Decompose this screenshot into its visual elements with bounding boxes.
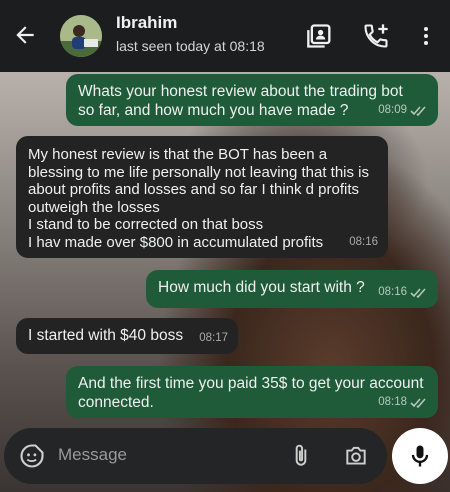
read-ticks-icon bbox=[410, 287, 426, 298]
camera-icon[interactable] bbox=[342, 443, 370, 469]
add-call-icon[interactable] bbox=[362, 22, 390, 50]
message-time: 08:16 bbox=[349, 236, 378, 248]
message-text: Whats your honest review about the tradi… bbox=[78, 83, 403, 119]
message-meta: 08:17 bbox=[199, 329, 228, 348]
sticker-emoji-icon[interactable] bbox=[18, 442, 46, 470]
attach-icon[interactable] bbox=[288, 442, 314, 470]
message-text: My honest review is that the BOT has bee… bbox=[28, 146, 370, 251]
message-meta: 08:09 bbox=[378, 101, 428, 120]
message-incoming[interactable]: I started with $40 boss 08:17 bbox=[16, 318, 238, 354]
message-meta: 08:16 bbox=[349, 233, 378, 252]
contact-name[interactable]: Ibrahim bbox=[116, 13, 177, 33]
last-seen-status: last seen today at 08:18 bbox=[116, 38, 265, 54]
message-meta: 08:16 bbox=[378, 283, 428, 302]
message-outgoing[interactable]: Whats your honest review about the tradi… bbox=[66, 74, 438, 126]
message-incoming[interactable]: My honest review is that the BOT has bee… bbox=[16, 136, 388, 258]
contact-card-icon[interactable] bbox=[306, 22, 334, 50]
message-time: 08:16 bbox=[378, 286, 407, 298]
back-arrow-icon[interactable] bbox=[12, 22, 38, 48]
message-input[interactable]: Message bbox=[58, 445, 127, 465]
message-outgoing[interactable]: And the first time you paid 35$ to get y… bbox=[66, 366, 438, 418]
message-meta: 08:18 bbox=[378, 393, 428, 412]
message-text: I started with $40 boss bbox=[28, 327, 184, 344]
message-time: 08:18 bbox=[378, 396, 407, 408]
message-outgoing[interactable]: How much did you start with ? 08:16 bbox=[146, 270, 438, 308]
chat-header: Ibrahim last seen today at 08:18 bbox=[0, 0, 450, 72]
message-text: And the first time you paid 35$ to get y… bbox=[78, 375, 424, 411]
read-ticks-icon bbox=[410, 397, 426, 408]
mic-icon bbox=[411, 445, 429, 467]
message-time: 08:09 bbox=[378, 104, 407, 116]
message-time: 08:17 bbox=[199, 332, 228, 344]
more-vert-icon[interactable] bbox=[414, 22, 438, 50]
read-ticks-icon bbox=[410, 105, 426, 116]
avatar[interactable] bbox=[60, 15, 102, 57]
voice-record-button[interactable] bbox=[392, 428, 448, 484]
message-composer: Message bbox=[4, 428, 387, 484]
